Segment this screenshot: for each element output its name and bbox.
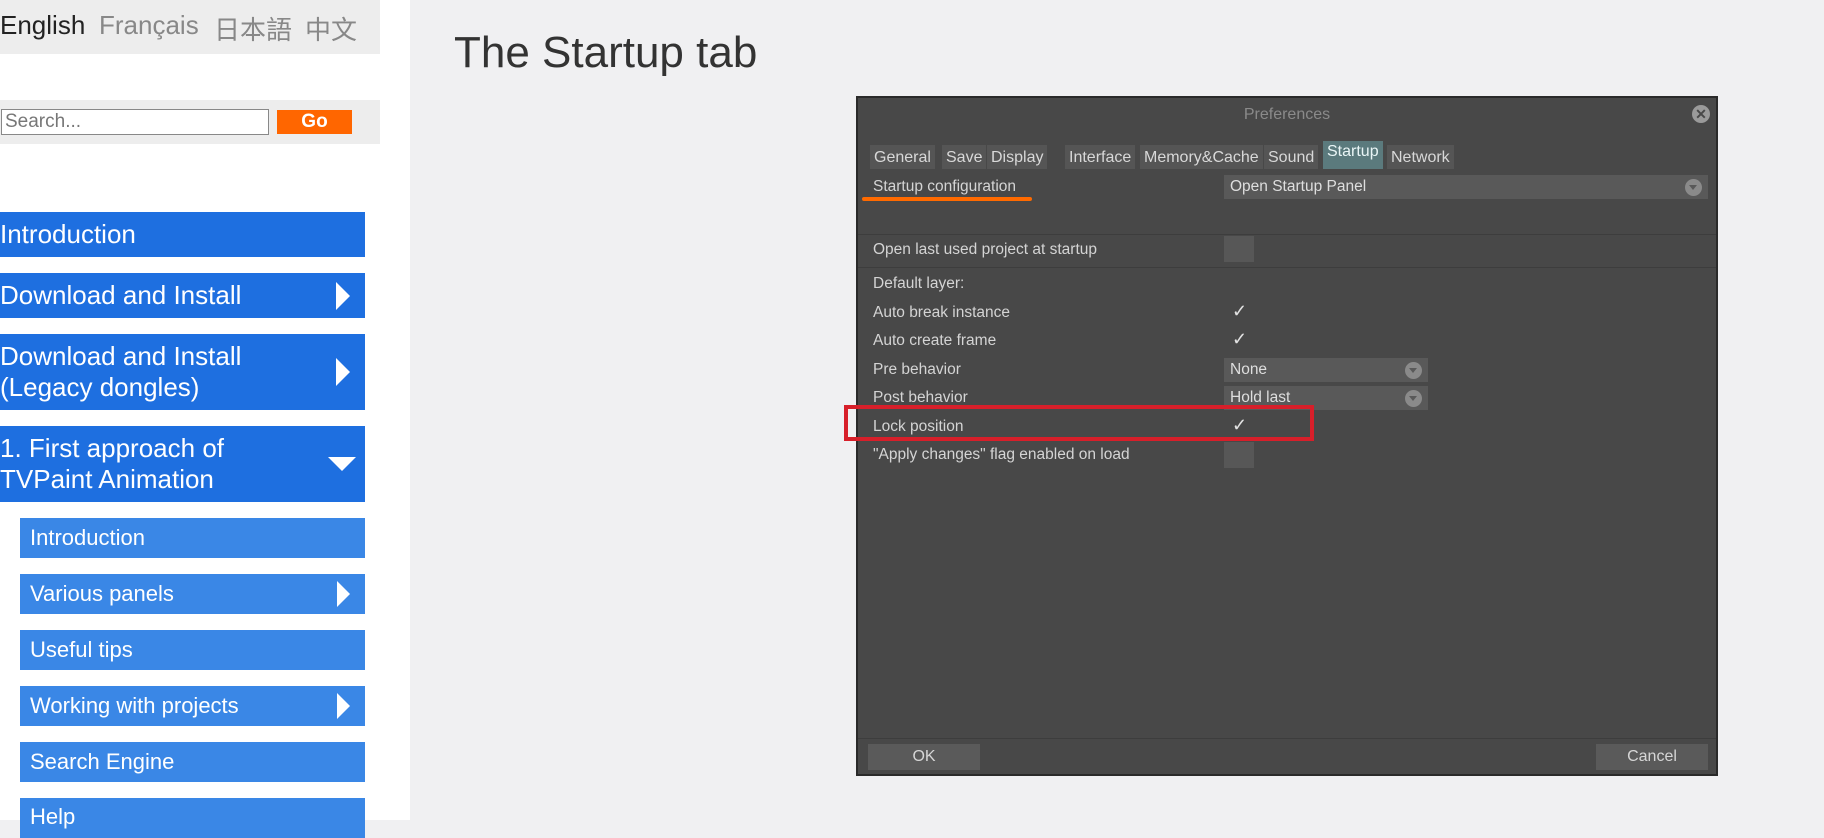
- subnav-label: Useful tips: [30, 637, 133, 662]
- subnav-label: Help: [30, 804, 76, 829]
- startup-config-label: Startup configuration: [873, 178, 1017, 195]
- startup-config-value: Open Startup Panel: [1230, 178, 1367, 195]
- divider: [858, 234, 1716, 235]
- chevron-right-icon: [336, 281, 350, 310]
- chevron-right-icon: [337, 693, 350, 719]
- auto-break-checkbox[interactable]: ✓: [1232, 301, 1247, 322]
- tab-startup[interactable]: Startup: [1323, 141, 1383, 169]
- subnav-label: Introduction: [30, 525, 145, 550]
- tab-general[interactable]: General: [870, 145, 935, 169]
- subnav-label: Working with projects: [30, 693, 239, 718]
- dialog-title: Preferences: [1243, 106, 1331, 123]
- post-behavior-value: Hold last: [1230, 389, 1291, 406]
- page-title: The Startup tab: [454, 28, 758, 77]
- auto-break-label: Auto break instance: [873, 304, 1011, 321]
- ok-button[interactable]: OK: [868, 744, 980, 770]
- nav-label: Download and Install: [0, 280, 242, 310]
- chevron-right-icon: [336, 358, 350, 386]
- chevron-right-icon: [337, 581, 350, 607]
- tab-interface[interactable]: Interface: [1065, 145, 1136, 169]
- startup-config-dropdown[interactable]: Open Startup Panel: [1224, 175, 1708, 199]
- lang-english[interactable]: English: [0, 10, 85, 41]
- divider: [858, 738, 1716, 739]
- lang-chinese[interactable]: 中文: [305, 10, 357, 47]
- subnav-introduction[interactable]: Introduction: [20, 518, 365, 558]
- nav-introduction[interactable]: Introduction: [0, 212, 365, 257]
- search-input[interactable]: [1, 109, 269, 135]
- subnav-useful-tips[interactable]: Useful tips: [20, 630, 365, 670]
- auto-create-checkbox[interactable]: ✓: [1232, 329, 1247, 350]
- chevron-down-icon: [1405, 362, 1422, 379]
- subnav-working-with-projects[interactable]: Working with projects: [20, 686, 365, 726]
- pre-behavior-dropdown[interactable]: None: [1224, 358, 1428, 382]
- nav-first-approach[interactable]: 1. First approach of TVPaint Animation: [0, 426, 365, 502]
- lang-japanese[interactable]: 日本語: [214, 10, 292, 47]
- subnav-search-engine[interactable]: Search Engine: [20, 742, 365, 782]
- red-highlight-box: [844, 405, 1314, 441]
- apply-changes-label: "Apply changes" flag enabled on load: [873, 446, 1130, 463]
- subnav-help[interactable]: Help: [20, 798, 365, 838]
- pre-behavior-value: None: [1230, 361, 1268, 378]
- subnav-label: Various panels: [30, 581, 174, 606]
- nav-label: Introduction: [0, 219, 136, 249]
- nav-download-install[interactable]: Download and Install: [0, 273, 365, 318]
- tab-bar: General Save Display Interface Memory&Ca…: [870, 141, 1706, 169]
- nav-label-line1: Download and Install: [0, 341, 242, 371]
- pre-behavior-label: Pre behavior: [873, 361, 961, 378]
- subnav-various-panels[interactable]: Various panels: [20, 574, 365, 614]
- auto-create-label: Auto create frame: [873, 332, 997, 349]
- orange-underline-annotation: [862, 197, 1032, 201]
- tab-save[interactable]: Save: [942, 145, 987, 169]
- default-layer-label: Default layer:: [873, 275, 965, 292]
- subnav-label: Search Engine: [30, 749, 175, 774]
- nav-label-line1: 1. First approach of: [0, 433, 224, 463]
- tab-memory-cache[interactable]: Memory&Cache: [1140, 145, 1263, 169]
- nav-label-line2: TVPaint Animation: [0, 464, 214, 494]
- tab-network[interactable]: Network: [1387, 145, 1454, 169]
- divider: [858, 267, 1716, 268]
- go-button[interactable]: Go: [277, 110, 352, 134]
- open-last-project-label: Open last used project at startup: [873, 241, 1098, 258]
- nav-download-install-legacy[interactable]: Download and Install (Legacy dongles): [0, 334, 365, 410]
- chevron-down-icon: [1685, 179, 1702, 196]
- tab-display[interactable]: Display: [987, 145, 1048, 169]
- open-last-project-checkbox[interactable]: [1224, 236, 1254, 262]
- cancel-button[interactable]: Cancel: [1596, 744, 1708, 770]
- apply-changes-checkbox[interactable]: [1224, 442, 1254, 468]
- close-circle-icon[interactable]: ✕: [1692, 105, 1710, 123]
- nav-label-line2: (Legacy dongles): [0, 372, 200, 402]
- lang-francais[interactable]: Français: [99, 10, 199, 41]
- tab-sound[interactable]: Sound: [1264, 145, 1319, 169]
- chevron-down-icon: [1405, 390, 1422, 407]
- chevron-down-icon: [328, 457, 356, 471]
